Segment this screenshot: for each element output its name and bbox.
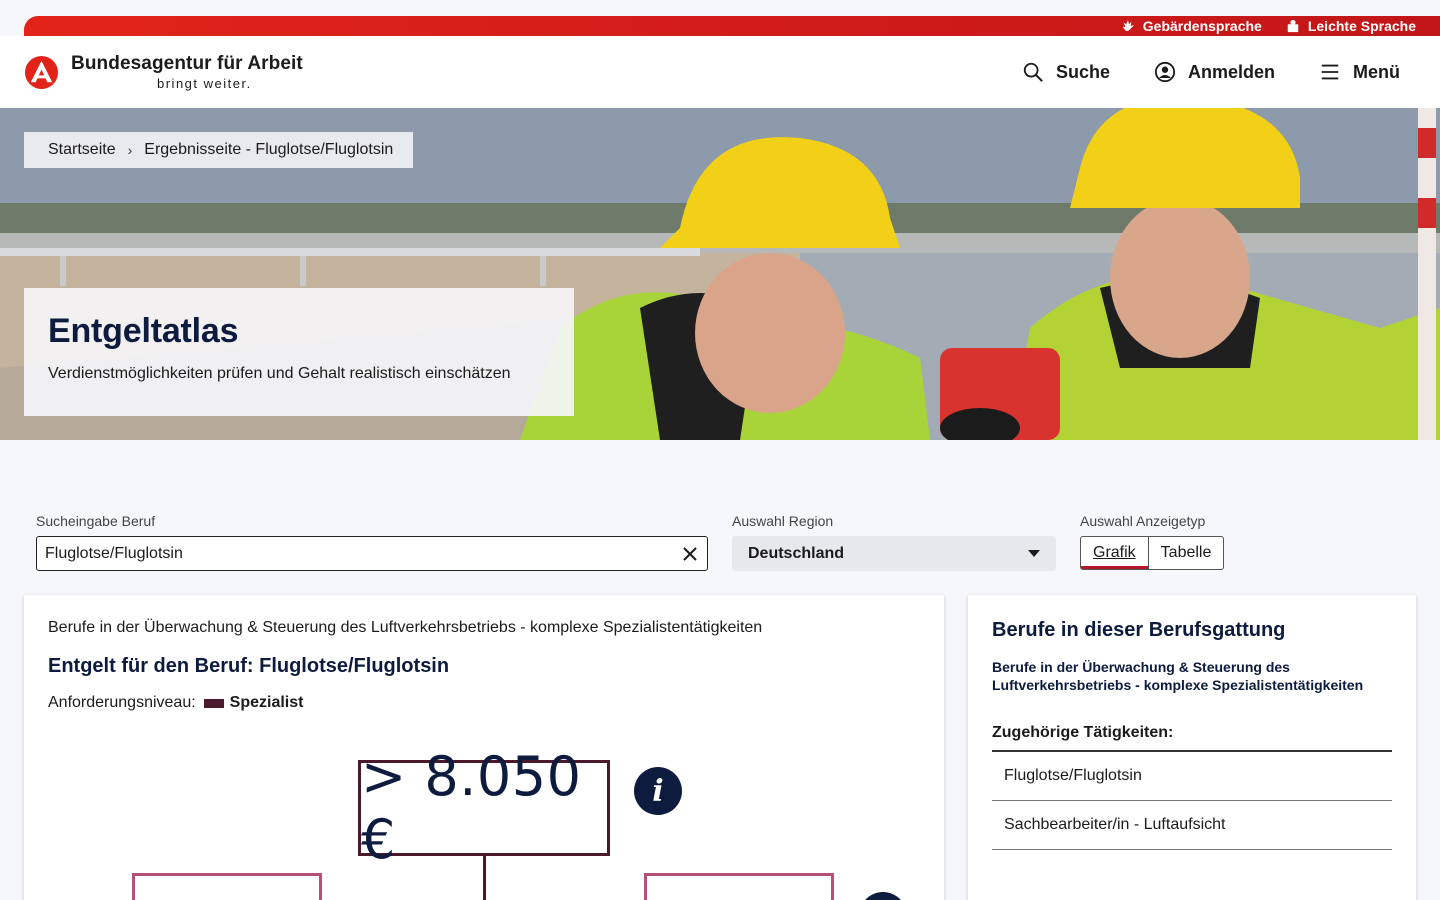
requirement-level-label: Anforderungsniveau: <box>48 694 196 711</box>
related-jobs-title: Berufe in dieser Berufsgattung <box>992 619 1286 641</box>
chevron-right-icon: › <box>127 142 133 158</box>
search-label: Suche <box>1055 61 1110 82</box>
job-search-label: Sucheingabe Beruf <box>36 513 156 529</box>
display-option-grafik[interactable]: Grafik <box>1081 537 1148 569</box>
arbeitsagentur-logo-icon <box>24 55 59 89</box>
related-jobs-card: Berufe in dieser Berufsgattung Berufe in… <box>968 595 1416 900</box>
top-utility-bar: Gebärdensprache Leichte Sprache <box>24 16 1440 36</box>
hero-text-box: Entgeltatlas Verdienstmöglichkeiten prüf… <box>24 288 574 416</box>
hand-sign-icon <box>1122 19 1134 32</box>
requirement-level-value: Spezialist <box>229 694 304 711</box>
salary-title: Entgelt für den Beruf: Fluglotse/Fluglot… <box>48 655 450 677</box>
job-search-value: Fluglotse/Fluglotsin <box>45 544 183 562</box>
requirement-level: Anforderungsniveau: Spezialist <box>48 694 920 712</box>
clear-icon[interactable] <box>681 545 699 563</box>
upper-quartile-box <box>644 873 834 900</box>
login-button[interactable]: Anmelden <box>1154 61 1275 83</box>
menu-button[interactable]: Menü <box>1319 61 1400 83</box>
job-search-input[interactable]: Fluglotse/Fluglotsin <box>36 536 708 571</box>
easy-language-label: Leichte Sprache <box>1307 18 1416 34</box>
easy-language-link[interactable]: Leichte Sprache <box>1286 18 1416 34</box>
search-icon <box>1023 62 1043 82</box>
main-nav: Suche Anmelden Menü <box>1022 61 1400 83</box>
related-jobs-subtitle: Berufe in der Überwachung & Steuerung de… <box>992 659 1364 694</box>
page-title: Entgeltatlas <box>48 312 239 350</box>
login-label: Anmelden <box>1187 61 1275 82</box>
median-salary-value: > 8.050 € <box>361 745 582 871</box>
info-icon[interactable]: i <box>634 767 682 815</box>
menu-label: Menü <box>1353 61 1400 82</box>
level-color-swatch <box>203 698 224 708</box>
median-connector-line <box>483 856 486 900</box>
median-salary-box: > 8.050 € <box>358 745 610 871</box>
sign-language-link[interactable]: Gebärdensprache <box>1121 18 1262 34</box>
sign-language-label: Gebärdensprache <box>1142 18 1262 34</box>
lower-quartile-box <box>132 873 322 900</box>
caret-down-icon <box>1028 550 1040 557</box>
brand-name: Bundesagentur für Arbeit <box>71 53 303 74</box>
site-header: Bundesagentur für Arbeit bringt weiter. … <box>0 36 1440 108</box>
breadcrumb-current: Ergebnisseite - Fluglotse/Fluglotsin <box>144 141 394 158</box>
hero-banner: Startseite › Ergebnisseite - Fluglotse/F… <box>0 108 1440 440</box>
brand-logo[interactable]: Bundesagentur für Arbeit bringt weiter. <box>24 53 303 91</box>
user-icon <box>1154 61 1176 83</box>
info-icon-secondary[interactable] <box>859 892 907 900</box>
book-hand-icon <box>1287 19 1299 33</box>
display-type-label: Auswahl Anzeigetyp <box>1080 513 1206 529</box>
region-select[interactable]: Deutschland <box>732 536 1056 571</box>
list-item[interactable]: Sachbearbeiter/in - Luftaufsicht <box>992 801 1392 851</box>
breadcrumb: Startseite › Ergebnisseite - Fluglotse/F… <box>24 132 414 168</box>
breadcrumb-home-link[interactable]: Startseite <box>48 141 116 159</box>
region-select-value: Deutschland <box>748 544 845 562</box>
related-activities-list: Fluglotse/Fluglotsin Sachbearbeiter/in -… <box>992 752 1392 851</box>
related-activities-heading: Zugehörige Tätigkeiten: <box>992 724 1392 753</box>
list-item[interactable]: Fluglotse/Fluglotsin <box>992 752 1392 802</box>
page-subtitle: Verdienstmöglichkeiten prüfen und Gehalt… <box>48 365 511 382</box>
hamburger-menu-icon <box>1321 64 1339 80</box>
display-option-tabelle[interactable]: Tabelle <box>1147 537 1224 569</box>
salary-result-card: Berufe in der Überwachung & Steuerung de… <box>24 595 944 900</box>
region-select-label: Auswahl Region <box>732 513 834 529</box>
search-button[interactable]: Suche <box>1022 61 1110 83</box>
display-type-toggle: Grafik Tabelle <box>1080 536 1225 570</box>
occupation-group: Berufe in der Überwachung & Steuerung de… <box>48 619 763 636</box>
brand-claim: bringt weiter. <box>157 76 252 91</box>
